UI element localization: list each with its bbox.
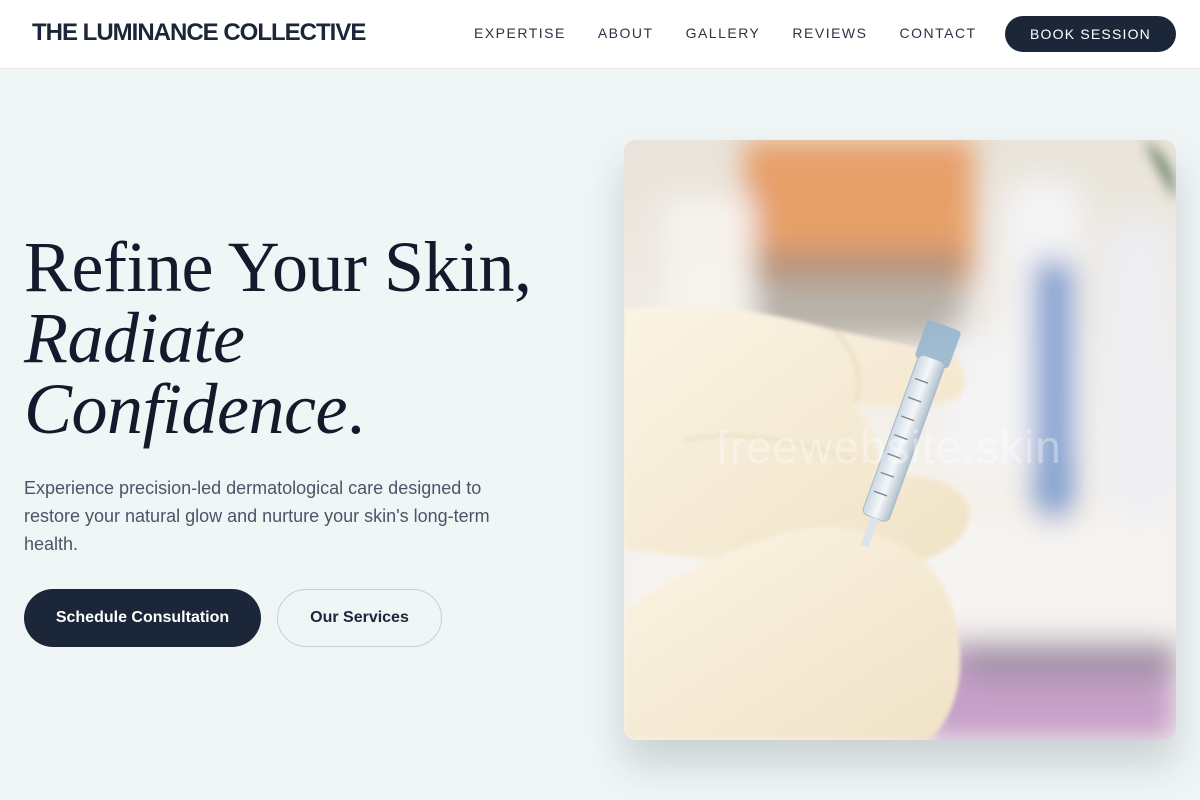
image-watermark: freewebsite.skin	[716, 421, 1062, 473]
hero-title-italic-radiate: Radiate	[24, 298, 245, 378]
brand-logo[interactable]: THE LUMINANCE COLLECTIVE	[32, 19, 366, 47]
hero-title-line3: Confidence.	[24, 373, 584, 445]
nav-link-gallery[interactable]: GALLERY	[686, 25, 761, 41]
book-session-button[interactable]: BOOK SESSION	[1005, 16, 1176, 52]
nav-link-contact[interactable]: CONTACT	[899, 25, 976, 41]
hero-title-period: .	[346, 369, 365, 449]
nav-link-about[interactable]: ABOUT	[598, 25, 654, 41]
nav-link-expertise[interactable]: EXPERTISE	[474, 25, 566, 41]
site-header: THE LUMINANCE COLLECTIVE EXPERTISE ABOUT…	[0, 0, 1200, 69]
hero-description: Experience precision-led dermatological …	[24, 478, 490, 554]
our-services-button[interactable]: Our Services	[277, 589, 442, 647]
hero-title: Refine Your Skin, Radiate Confidence.	[24, 227, 584, 445]
main-nav: EXPERTISE ABOUT GALLERY REVIEWS CONTACT	[474, 25, 1009, 41]
schedule-consultation-button[interactable]: Schedule Consultation	[24, 589, 261, 647]
hero-title-line2: Radiate	[24, 302, 584, 374]
nav-link-reviews[interactable]: REVIEWS	[792, 25, 867, 41]
hero-title-line1: Refine Your Skin,	[24, 227, 532, 307]
hero-image: freewebsite.skin	[624, 140, 1176, 740]
hero-title-italic-confidence: Confidence	[24, 369, 347, 449]
